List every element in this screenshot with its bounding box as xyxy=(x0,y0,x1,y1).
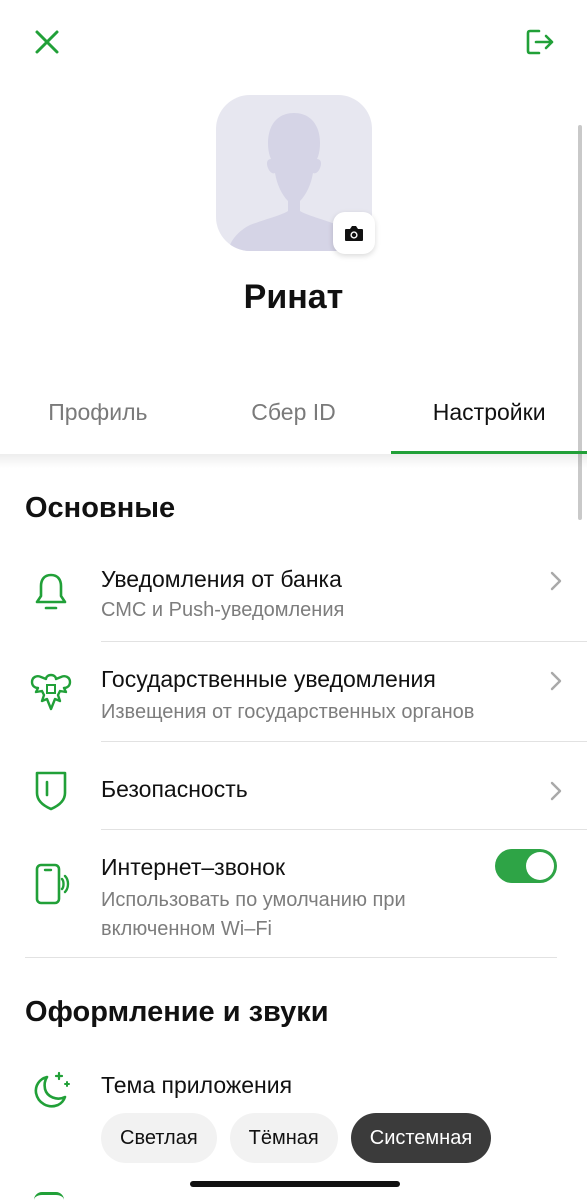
theme-option-dark[interactable]: Тёмная xyxy=(229,1113,338,1163)
bell-icon xyxy=(25,566,77,618)
item-title: Интернет–звонок xyxy=(101,854,285,880)
chevron-right-icon xyxy=(550,671,562,691)
settings-item-bank-notifications[interactable]: Уведомления от банка СМС и Push-уведомле… xyxy=(0,556,587,642)
user-name: Ринат xyxy=(243,278,344,316)
toggle-knob xyxy=(526,852,554,880)
tab-settings[interactable]: Настройки xyxy=(391,380,587,454)
item-subtitle: СМС и Push-уведомления xyxy=(101,599,345,621)
theme-options: Светлая Тёмная Системная xyxy=(101,1113,492,1163)
home-indicator[interactable] xyxy=(190,1181,400,1187)
top-bar xyxy=(0,0,587,90)
chevron-right-icon xyxy=(550,781,562,801)
chevron-right-icon xyxy=(550,571,562,591)
logout-icon xyxy=(526,29,554,55)
theme-title: Тема приложения xyxy=(101,1072,293,1098)
section-divider xyxy=(25,957,557,958)
change-photo-button[interactable] xyxy=(333,212,375,254)
logout-button[interactable] xyxy=(518,20,562,64)
tabs-shadow xyxy=(0,454,587,468)
theme-option-system[interactable]: Системная xyxy=(350,1113,492,1163)
internet-call-toggle[interactable] xyxy=(495,849,557,883)
next-item-icon xyxy=(34,1192,64,1200)
avatar-container[interactable] xyxy=(216,95,375,254)
tab-profile[interactable]: Профиль xyxy=(0,380,196,444)
moon-stars-icon xyxy=(25,1066,77,1118)
coat-of-arms-icon xyxy=(25,666,77,718)
section-title-appearance: Оформление и звуки xyxy=(25,996,329,1028)
camera-icon xyxy=(345,225,363,241)
item-title: Безопасность xyxy=(101,776,248,802)
section-title-main: Основные xyxy=(25,492,176,524)
shield-icon xyxy=(25,764,77,816)
item-title: Уведомления от банка xyxy=(101,566,342,592)
settings-item-security[interactable]: Безопасность xyxy=(0,756,587,830)
divider xyxy=(101,641,587,642)
theme-option-light[interactable]: Светлая xyxy=(101,1113,217,1163)
divider xyxy=(101,829,587,830)
divider xyxy=(101,741,587,742)
close-icon xyxy=(35,30,59,54)
close-button[interactable] xyxy=(25,20,69,64)
phone-call-icon xyxy=(25,858,77,910)
tab-bar: Профиль Сбер ID Настройки xyxy=(0,380,587,455)
settings-item-internet-call: Интернет–звонок Использовать по умолчани… xyxy=(0,844,587,958)
item-subtitle: Использовать по умолчанию при включенном… xyxy=(101,889,406,940)
tab-sber-id[interactable]: Сбер ID xyxy=(196,380,392,444)
settings-item-gov-notifications[interactable]: Государственные уведомления Извещения от… xyxy=(0,656,587,742)
settings-item-theme: Тема приложения xyxy=(0,1062,587,1112)
item-title: Государственные уведомления xyxy=(101,666,436,692)
item-subtitle: Извещения от государственных органов xyxy=(101,701,475,723)
